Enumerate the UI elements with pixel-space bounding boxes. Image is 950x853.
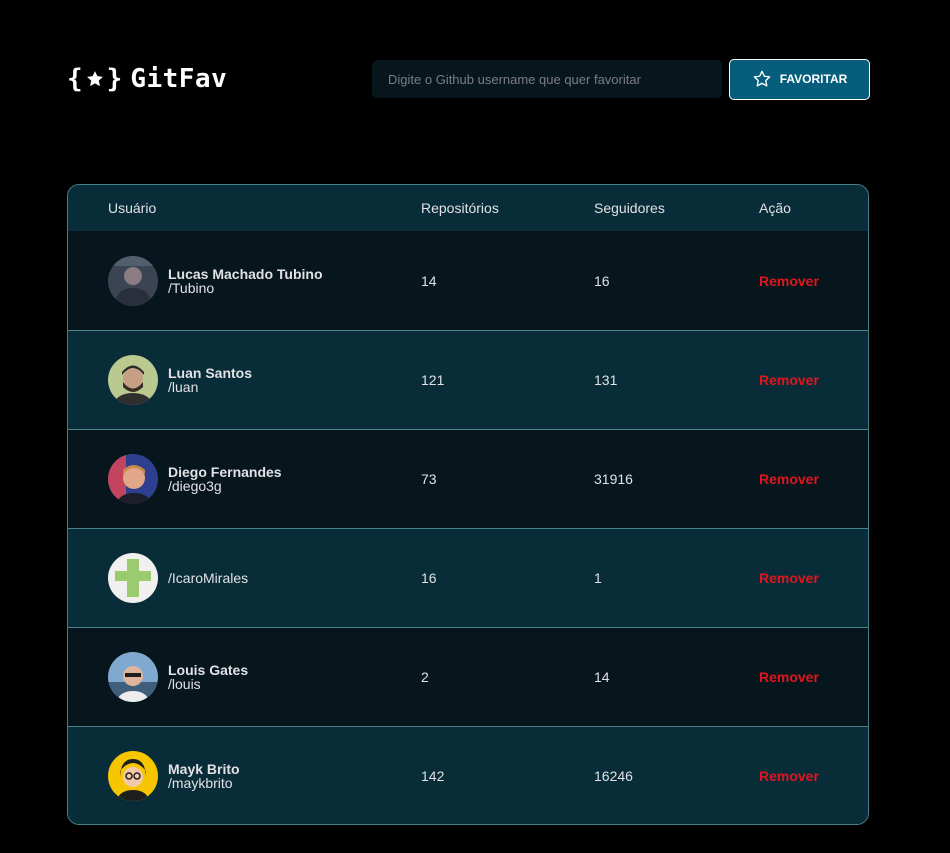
avatar[interactable] [108,454,158,504]
remove-button[interactable]: Remover [759,273,819,289]
avatar[interactable] [108,355,158,405]
table-header: Usuário Repositórios Seguidores Ação [68,185,868,231]
header-action: Ação [759,200,791,216]
favorites-table: Usuário Repositórios Seguidores Ação Luc… [67,184,869,825]
user-name: Diego Fernandes [168,464,282,480]
user-cell: Louis Gates /louis [68,652,421,702]
avatar[interactable] [108,652,158,702]
user-login[interactable]: /IcaroMirales [168,571,248,585]
repos-count: 121 [421,372,445,388]
search-input[interactable] [372,60,722,98]
favorite-button[interactable]: FAVORITAR [729,58,870,100]
user-login[interactable]: /Tubino [168,281,323,295]
user-name: Mayk Brito [168,761,240,777]
repos-count: 73 [421,471,437,487]
remove-button[interactable]: Remover [759,768,819,784]
logo: { } GitFav [67,64,227,94]
braces-star-icon: { } [67,64,123,94]
header-user: Usuário [108,200,157,216]
avatar[interactable] [108,553,158,603]
avatar[interactable] [108,255,158,306]
followers-count: 16246 [594,768,633,784]
table-row: Louis Gates /louis 2 14 Remover [68,627,868,726]
table-row: /IcaroMirales 16 1 Remover [68,528,868,627]
user-login[interactable]: /luan [168,380,252,394]
logo-text: GitFav [130,64,228,94]
followers-count: 131 [594,372,618,388]
user-info: Lucas Machado Tubino /Tubino [168,267,323,295]
remove-button[interactable]: Remover [759,669,819,685]
repos-count: 142 [421,768,445,784]
remove-button[interactable]: Remover [759,471,819,487]
user-name: Luan Santos [168,365,253,381]
followers-count: 14 [594,669,610,685]
repos-count: 14 [421,272,437,289]
user-cell: /IcaroMirales [68,553,421,603]
table-row: Diego Fernandes /diego3g 73 31916 Remove… [68,429,868,528]
user-login[interactable]: /louis [168,677,248,691]
user-info: Mayk Brito /maykbrito [168,762,240,790]
header: { } GitFav FAVORITAR [67,58,870,100]
avatar[interactable] [108,751,158,801]
user-info: Louis Gates /louis [168,663,248,691]
table-row: Lucas Machado Tubino /Tubino 14 16 Remov… [68,231,868,330]
search-bar: FAVORITAR [372,58,870,100]
user-cell: Diego Fernandes /diego3g [68,454,421,504]
user-login[interactable]: /maykbrito [168,776,240,790]
user-info: Diego Fernandes /diego3g [168,465,282,493]
table-body: Lucas Machado Tubino /Tubino 14 16 Remov… [68,231,868,824]
user-info: Luan Santos /luan [168,366,252,394]
star-outline-icon [753,70,771,87]
user-cell: Luan Santos /luan [68,355,421,405]
gitfav-app: { } GitFav FAVORITAR Usuário Repositório… [0,0,950,853]
table-row: Mayk Brito /maykbrito 142 16246 Remover [68,726,868,824]
user-name: Louis Gates [168,662,249,678]
user-cell: Lucas Machado Tubino /Tubino [68,255,421,306]
repos-count: 16 [421,570,437,586]
user-name: Lucas Machado Tubino [168,265,323,282]
favorite-button-label: FAVORITAR [779,72,848,86]
followers-count: 16 [594,272,610,289]
remove-button[interactable]: Remover [759,570,819,586]
header-followers: Seguidores [594,200,665,216]
repos-count: 2 [421,669,429,685]
header-repos: Repositórios [421,200,499,216]
remove-button[interactable]: Remover [759,372,819,388]
followers-count: 1 [594,570,602,586]
table-row: Luan Santos /luan 121 131 Remover [68,330,868,429]
user-info: /IcaroMirales [168,571,248,585]
followers-count: 31916 [594,471,633,487]
user-login[interactable]: /diego3g [168,479,282,493]
user-cell: Mayk Brito /maykbrito [68,751,421,801]
